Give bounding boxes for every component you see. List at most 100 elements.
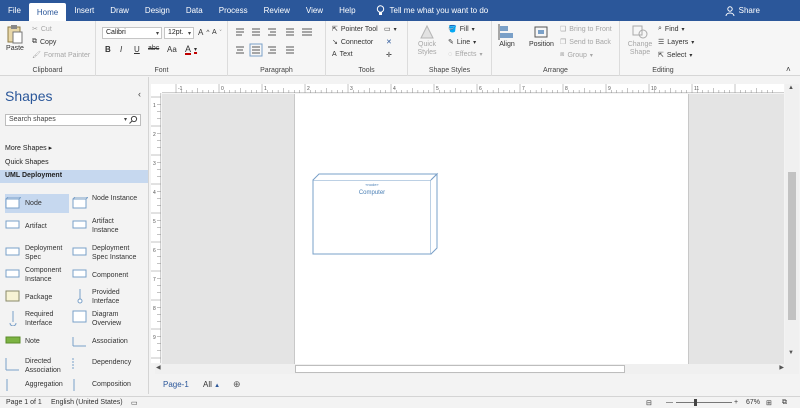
search-icon[interactable] xyxy=(128,115,138,125)
format-painter-button[interactable]: 🖌 Format Painter xyxy=(32,51,90,60)
rectangle-tool-button[interactable]: ▭ ▾ xyxy=(384,25,397,33)
connection-point-icon[interactable]: ✛ xyxy=(386,51,392,59)
group-button[interactable]: ⧈ Group ▾ xyxy=(560,51,593,59)
stencil-item-node[interactable]: Node xyxy=(5,194,69,213)
more-shapes-button[interactable]: More Shapes ▸ xyxy=(5,144,52,152)
language-indicator[interactable]: English (United States) xyxy=(51,399,123,406)
drawing-page[interactable]: «node» Computer xyxy=(294,94,689,364)
zoom-slider[interactable] xyxy=(676,402,732,403)
tab-home[interactable]: Home xyxy=(28,3,67,21)
vertical-scrollbar[interactable]: ▲ ▼ xyxy=(785,84,799,374)
quick-styles-button[interactable]: Quick Styles xyxy=(414,24,440,57)
stencil-item-aggregation[interactable]: Aggregation xyxy=(5,379,69,393)
vertical-scroll-thumb[interactable] xyxy=(788,172,796,320)
zoom-in-icon[interactable]: + xyxy=(734,399,738,406)
chevron-down-icon[interactable]: ▾ xyxy=(124,116,127,123)
underline-button[interactable]: U xyxy=(134,45,140,54)
stencil-uml-deployment[interactable]: UML Deployment xyxy=(0,170,148,183)
stencil-item-note[interactable]: Note xyxy=(5,336,69,355)
tab-view[interactable]: View xyxy=(298,0,331,21)
stencil-item-artifact[interactable]: Artifact xyxy=(5,217,69,236)
add-page-icon[interactable]: ⊕ xyxy=(233,379,241,390)
align-button[interactable]: Align xyxy=(498,24,516,48)
macro-record-icon[interactable]: ▭ xyxy=(131,399,138,407)
italic-button[interactable]: I xyxy=(120,45,122,54)
send-to-back-button[interactable]: ❐ Send to Back xyxy=(560,38,611,47)
bold-button[interactable]: B xyxy=(105,45,111,54)
strikethrough-button[interactable]: abc xyxy=(148,45,159,52)
collapse-panel-icon[interactable]: ‹ xyxy=(138,89,141,99)
drawing-canvas[interactable]: «node» Computer xyxy=(162,94,784,364)
tab-design[interactable]: Design xyxy=(137,0,178,21)
layers-button[interactable]: ☰ Layers ▾ xyxy=(658,38,694,47)
stencil-item-component-instance[interactable]: Component Instance xyxy=(5,266,69,285)
fit-width-icon[interactable]: ⊟ xyxy=(646,399,652,407)
position-button[interactable]: Position xyxy=(529,24,554,48)
zoom-slider-thumb[interactable] xyxy=(694,399,697,406)
align-label: Align xyxy=(499,41,515,48)
tab-draw[interactable]: Draw xyxy=(102,0,137,21)
close-icon[interactable]: ✕ xyxy=(386,38,392,46)
scroll-down-icon[interactable]: ▼ xyxy=(788,350,794,356)
stencil-item-directed-association[interactable]: Directed Association xyxy=(5,357,69,376)
ruler-label: 1 xyxy=(153,103,156,109)
font-color-button[interactable]: A ▾ xyxy=(185,44,197,54)
fill-button[interactable]: 🪣 Fill ▾ xyxy=(448,25,475,34)
tab-review[interactable]: Review xyxy=(256,0,298,21)
tell-me-box[interactable]: Tell me what you want to do xyxy=(376,0,488,21)
paint-bucket-icon: 🪣 xyxy=(448,26,457,33)
change-case-button[interactable]: Aa xyxy=(167,45,177,54)
stencil-item-association[interactable]: Association xyxy=(72,336,142,355)
paste-button[interactable]: Paste xyxy=(6,24,24,52)
cut-label: Cut xyxy=(40,25,52,33)
stencil-item-artifact-instance[interactable]: Artifact Instance xyxy=(72,217,142,236)
stencil-item-component[interactable]: Component xyxy=(72,266,142,285)
scroll-left-icon[interactable]: ◀ xyxy=(156,364,161,371)
stencil-item-deployment-spec[interactable]: Deployment Spec xyxy=(5,244,69,263)
connector-button[interactable]: ↘ Connector xyxy=(332,38,373,47)
all-pages-button[interactable]: All ▲ xyxy=(203,380,220,389)
font-name-select[interactable]: Calibri ▾ xyxy=(102,27,162,39)
change-shape-button[interactable]: Change Shape xyxy=(626,24,654,57)
stencil-item-dependency[interactable]: Dependency xyxy=(72,357,142,376)
tab-process[interactable]: Process xyxy=(211,0,256,21)
cut-button[interactable]: ✂ Cut xyxy=(32,25,52,34)
share-button[interactable]: Share xyxy=(725,0,760,21)
tab-help[interactable]: Help xyxy=(331,0,363,21)
horizontal-scroll-thumb[interactable] xyxy=(295,365,625,373)
copy-button[interactable]: ⧉ Copy xyxy=(32,38,56,46)
select-button[interactable]: ⇱ Select ▾ xyxy=(658,51,692,60)
font-size-select[interactable]: 12pt. ▾ xyxy=(164,27,194,39)
zoom-level[interactable]: 67% xyxy=(746,399,760,406)
bring-to-front-button[interactable]: ❏ Bring to Front xyxy=(560,25,612,34)
tab-insert[interactable]: Insert xyxy=(66,0,102,21)
shrink-font-button[interactable]: Aˇ xyxy=(212,29,222,36)
line-label: Line xyxy=(456,38,471,46)
find-button[interactable]: ⌕ Find ▾ xyxy=(658,25,685,33)
search-shapes-input[interactable]: Search shapes ▾ xyxy=(5,114,141,126)
collapse-ribbon-icon[interactable]: ˄ xyxy=(786,65,791,74)
quick-shapes-button[interactable]: Quick Shapes xyxy=(5,159,49,166)
stencil-item-diagram-overview[interactable]: Diagram Overview xyxy=(72,310,142,329)
effects-button[interactable]: ◌ Effects ▾ xyxy=(448,51,482,58)
tab-file[interactable]: File xyxy=(0,0,29,21)
stencil-item-deployment-spec-instance[interactable]: Deployment Spec Instance xyxy=(72,244,142,263)
text-tool-button[interactable]: A Text xyxy=(332,51,353,58)
switch-windows-icon[interactable]: ⧉ xyxy=(782,399,787,407)
fit-page-icon[interactable]: ⊞ xyxy=(766,399,772,407)
scroll-up-icon[interactable]: ▲ xyxy=(788,85,794,91)
pointer-tool-button[interactable]: ⇱ Pointer Tool xyxy=(332,25,378,34)
vertical-ruler: 1 2 3 4 5 6 7 8 9 xyxy=(151,93,161,363)
stencil-item-provided-interface[interactable]: Provided Interface xyxy=(72,288,142,307)
line-button[interactable]: ✎ Line ▾ xyxy=(448,38,476,47)
grow-font-button[interactable]: A ^ xyxy=(198,28,209,37)
stencil-item-node-instance[interactable]: Node Instance xyxy=(72,194,142,213)
stencil-item-required-interface[interactable]: Required Interface xyxy=(5,310,69,329)
scroll-right-icon[interactable]: ▶ xyxy=(779,364,784,371)
stencil-item-composition[interactable]: Composition xyxy=(72,379,142,393)
tab-data[interactable]: Data xyxy=(178,0,211,21)
stencil-item-package[interactable]: Package xyxy=(5,288,69,307)
tab-page-1[interactable]: Page-1 xyxy=(163,380,189,389)
zoom-out-icon[interactable]: — xyxy=(666,399,673,406)
horizontal-scrollbar[interactable]: ◀ ▶ xyxy=(155,364,785,374)
